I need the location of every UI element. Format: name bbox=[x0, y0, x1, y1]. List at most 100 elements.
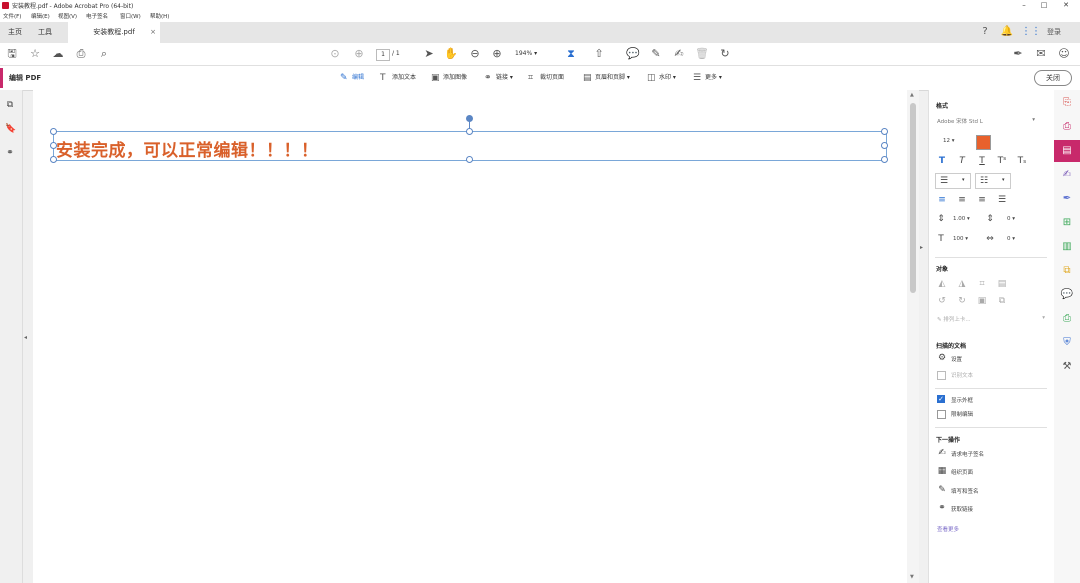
edit-tool-add-text[interactable]: T 添加文本 bbox=[380, 72, 416, 83]
font-select[interactable]: Adobe 宋体 Std L ▾ bbox=[937, 117, 1035, 125]
rotate-ccw-icon[interactable]: ↺ bbox=[937, 296, 947, 306]
line-spacing-select[interactable]: 1.00 ▾ bbox=[953, 216, 970, 222]
create-pdf-icon[interactable]: ⎙ bbox=[1060, 120, 1074, 134]
menu-edit[interactable]: 编辑(E) bbox=[31, 12, 50, 20]
tab-home[interactable]: 主页 bbox=[0, 22, 30, 43]
menu-help[interactable]: 帮助(H) bbox=[150, 12, 169, 20]
char-scale-select[interactable]: 100 ▾ bbox=[953, 236, 968, 242]
tab-tools[interactable]: 工具 bbox=[30, 22, 60, 43]
prev-page-icon[interactable]: ⊙ bbox=[327, 46, 343, 62]
zoom-out-icon[interactable]: ⊖ bbox=[467, 46, 483, 62]
scroll-down-icon[interactable]: ▼ bbox=[910, 574, 914, 580]
show-bbox-checkbox[interactable]: ✓ bbox=[937, 395, 945, 403]
fill-sign-icon[interactable]: ✒ bbox=[1010, 46, 1026, 62]
edit-tool-add-image[interactable]: ▣ 添加图像 bbox=[431, 72, 467, 83]
resize-handle-tr[interactable] bbox=[881, 128, 888, 135]
resize-handle-mr[interactable] bbox=[881, 142, 888, 149]
comment-icon[interactable]: 💬 bbox=[625, 46, 641, 62]
superscript-icon[interactable]: Tˢ bbox=[997, 156, 1007, 166]
select-arrow-icon[interactable]: ➤ bbox=[421, 46, 437, 62]
close-window-button[interactable]: ✕ bbox=[1056, 0, 1076, 11]
print-production-icon[interactable]: ⎙ bbox=[1060, 312, 1074, 326]
help-icon[interactable]: ? bbox=[978, 25, 992, 39]
signin-link[interactable]: 登录 bbox=[1043, 25, 1065, 39]
paragraph-spacing-select[interactable]: 0 ▾ bbox=[1007, 216, 1015, 222]
next-action-organize[interactable]: 组织页面 bbox=[951, 468, 973, 476]
attachment-icon[interactable]: ⚭ bbox=[5, 148, 15, 158]
collapse-right-icon[interactable]: ▸ bbox=[920, 244, 923, 251]
cloud-upload-icon[interactable]: ☁ bbox=[50, 46, 66, 62]
rotate-icon[interactable]: ↻ bbox=[717, 46, 733, 62]
protect-icon[interactable]: ⛨ bbox=[1060, 336, 1074, 350]
resize-handle-bc[interactable] bbox=[466, 156, 473, 163]
comment-tool-icon[interactable]: 💬 bbox=[1060, 288, 1074, 302]
edit-tool-edit[interactable]: ✎ 编辑 bbox=[340, 72, 364, 83]
save-icon[interactable]: 🖫 bbox=[4, 46, 20, 62]
group-icon[interactable]: ⧉ bbox=[997, 296, 1007, 306]
restrict-edit-checkbox[interactable] bbox=[937, 410, 946, 419]
edit-tool-header-footer[interactable]: ▤ 页眉和页脚 ▾ bbox=[583, 72, 630, 83]
star-icon[interactable]: ☆ bbox=[27, 46, 43, 62]
rotate-cw-icon[interactable]: ↻ bbox=[957, 296, 967, 306]
scan-ocr-icon[interactable]: ⧉ bbox=[1060, 264, 1074, 278]
align-right-icon[interactable]: ≡ bbox=[977, 195, 987, 205]
delete-icon[interactable]: 🗑 bbox=[694, 46, 710, 62]
crop-image-icon[interactable]: ⌗ bbox=[977, 279, 987, 289]
underline-text-icon[interactable]: T bbox=[977, 156, 987, 166]
next-action-request-sign[interactable]: 请求电子签名 bbox=[951, 450, 984, 458]
pdf-page[interactable] bbox=[33, 90, 907, 583]
minimize-button[interactable]: – bbox=[1014, 0, 1034, 11]
view-more-link[interactable]: 查看更多 bbox=[937, 525, 959, 533]
menu-window[interactable]: 窗口(W) bbox=[120, 12, 141, 20]
organize-pages-icon[interactable]: ▥ bbox=[1060, 240, 1074, 254]
resize-handle-br[interactable] bbox=[881, 156, 888, 163]
resize-handle-tl[interactable] bbox=[50, 128, 57, 135]
next-action-get-link[interactable]: 获取链接 bbox=[951, 505, 973, 513]
numbered-list-select[interactable]: ☷ ▾ bbox=[975, 173, 1011, 189]
request-esign-icon[interactable]: ✍ bbox=[1060, 168, 1074, 182]
bold-text-icon[interactable]: T bbox=[937, 156, 947, 166]
bullet-list-select[interactable]: ☰ ▾ bbox=[935, 173, 971, 189]
replace-image-icon[interactable]: ▣ bbox=[977, 296, 987, 306]
flip-vertical-icon[interactable]: ◭ bbox=[937, 279, 947, 289]
font-size-select[interactable]: 12 ▾ bbox=[943, 138, 967, 144]
bell-icon[interactable]: 🔔 bbox=[1000, 25, 1014, 39]
fit-page-icon[interactable]: ⧗ bbox=[563, 46, 579, 62]
close-edit-button[interactable]: 关闭 bbox=[1034, 70, 1072, 86]
next-page-icon[interactable]: ⊕ bbox=[351, 46, 367, 62]
italic-text-icon[interactable]: T bbox=[957, 156, 967, 166]
edit-tool-watermark[interactable]: ◫ 水印 ▾ bbox=[647, 72, 676, 83]
menu-view[interactable]: 视图(V) bbox=[58, 12, 77, 20]
pages-icon[interactable]: ⧉ bbox=[5, 100, 15, 110]
scroll-up-icon[interactable]: ▲ bbox=[910, 92, 914, 98]
rotate-handle[interactable] bbox=[466, 115, 473, 122]
zoom-select[interactable]: 194% ▾ bbox=[515, 49, 551, 59]
arrange-select[interactable]: ✎ 排列上卡... ▾ bbox=[937, 315, 1045, 323]
align-justify-icon[interactable]: ☰ bbox=[997, 195, 1007, 205]
arrange-icon[interactable]: ▤ bbox=[997, 279, 1007, 289]
sign-icon[interactable]: ✍ bbox=[671, 46, 687, 62]
edit-tool-crop[interactable]: ⌗ 裁切页面 bbox=[528, 72, 564, 83]
edit-pdf-tool-active[interactable]: ▤ bbox=[1054, 140, 1080, 162]
page-number-input[interactable]: 1 bbox=[376, 49, 390, 61]
align-left-icon[interactable]: ≡ bbox=[937, 195, 947, 205]
gear-icon[interactable]: ⚙ bbox=[937, 353, 947, 363]
settings-link[interactable]: 设置 bbox=[951, 355, 962, 363]
flip-horizontal-icon[interactable]: ◮ bbox=[957, 279, 967, 289]
edit-tool-link[interactable]: ⚭ 链接 ▾ bbox=[484, 72, 513, 83]
edited-text[interactable]: 安装完成，可以正常编辑！！！！ bbox=[56, 136, 319, 161]
share-user-icon[interactable]: ☺ bbox=[1056, 46, 1072, 62]
apps-grid-icon[interactable]: ⋮⋮ bbox=[1021, 25, 1041, 39]
highlight-pen-icon[interactable]: ✎ bbox=[648, 46, 664, 62]
tab-document[interactable]: 安装教程.pdf × bbox=[68, 22, 160, 43]
zoom-in-icon[interactable]: ⊕ bbox=[489, 46, 505, 62]
subscript-icon[interactable]: Tₛ bbox=[1017, 156, 1027, 166]
font-color-swatch[interactable] bbox=[976, 135, 991, 150]
tab-close-icon[interactable]: × bbox=[150, 22, 156, 43]
recognize-checkbox[interactable] bbox=[937, 371, 946, 380]
menu-esign[interactable]: 电子签名 bbox=[86, 12, 108, 20]
scroll-mode-icon[interactable]: ⇧ bbox=[591, 46, 607, 62]
next-action-fill-sign[interactable]: 填写和签名 bbox=[951, 487, 979, 495]
combine-files-icon[interactable]: ⊞ bbox=[1060, 216, 1074, 230]
print-icon[interactable]: ⎙ bbox=[73, 46, 89, 62]
